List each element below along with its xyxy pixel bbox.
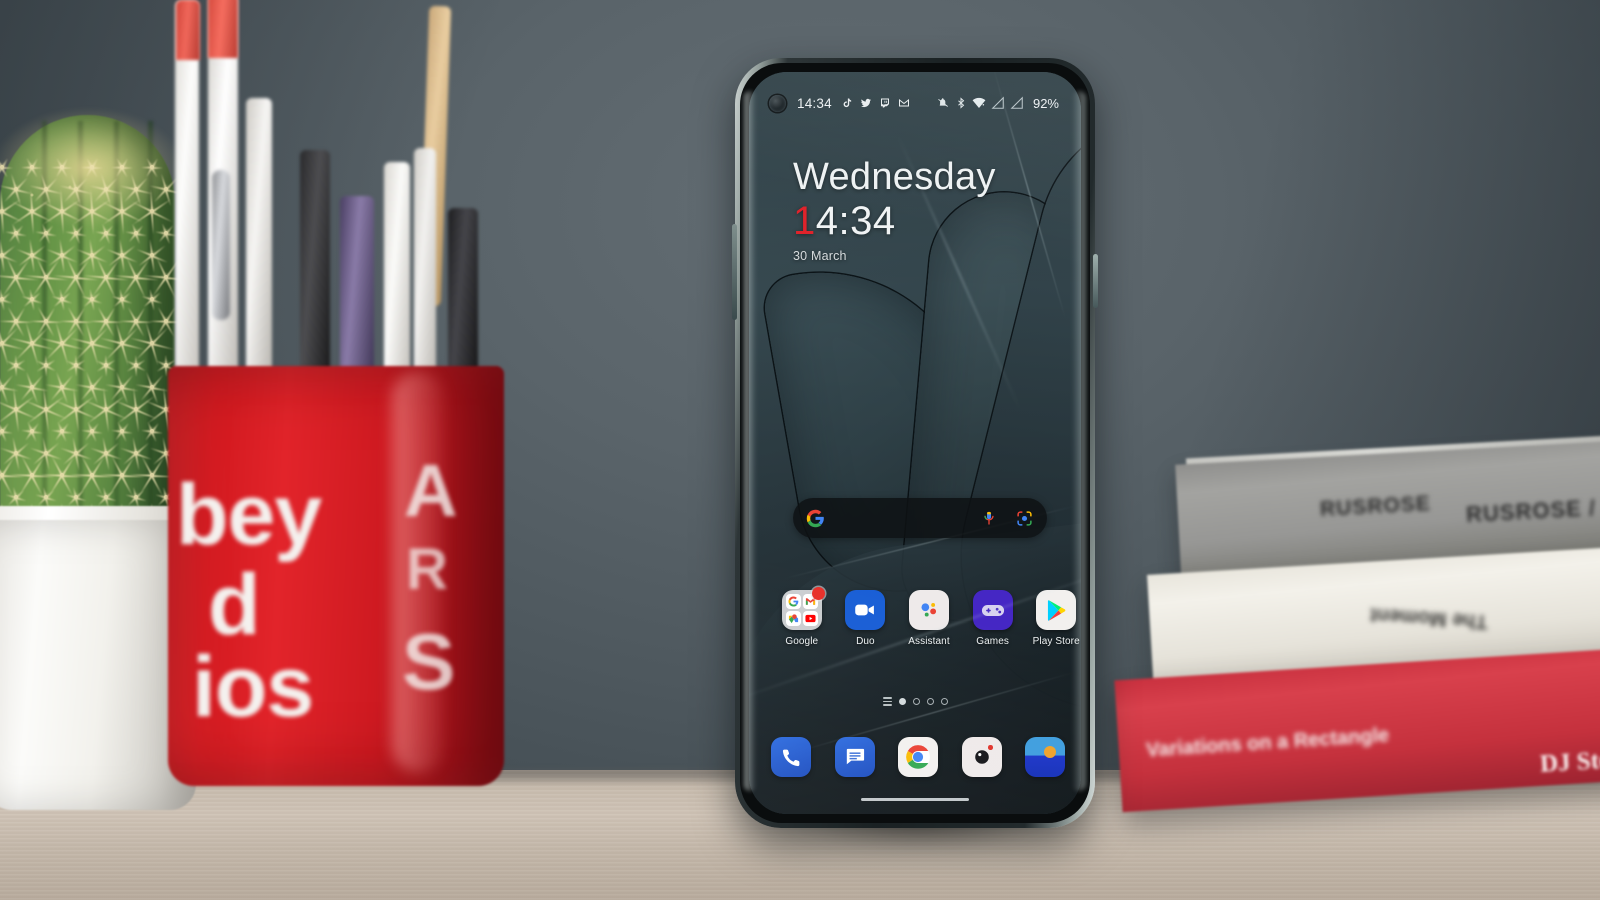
twitch-icon — [880, 98, 889, 108]
folder-item-youtube — [802, 611, 818, 626]
google-g-icon — [806, 509, 824, 527]
app-duo[interactable]: Duo — [835, 590, 897, 647]
app-label: Assistant — [908, 636, 950, 647]
page-dot-active[interactable] — [898, 697, 906, 705]
volume-button[interactable] — [732, 224, 737, 320]
youtube-icon — [805, 614, 816, 623]
status-bar-notification-icons — [841, 97, 910, 109]
app-play-store[interactable]: Play Store — [1025, 590, 1081, 647]
clock-date-label: 30 March — [793, 248, 847, 263]
bluetooth-icon — [958, 97, 965, 109]
folder-item-google-maps — [785, 611, 801, 626]
twitter-icon — [860, 98, 871, 108]
sun-glyph — [1044, 746, 1057, 758]
clock-widget[interactable]: Wednesday 14:34 30 March — [793, 158, 996, 263]
signal-sim1-icon — [991, 96, 1004, 109]
gamepad-glyph — [981, 604, 1004, 616]
clock-time-rest: 4:34 — [815, 198, 896, 243]
mug-text-line-6: S — [402, 617, 455, 706]
phone-handset-glyph — [782, 749, 799, 766]
phone-screen[interactable]: 14:34 92% Wednesday 14:34 30 March Googl… — [749, 72, 1081, 814]
mug-text-line-3: ios — [192, 639, 314, 735]
phone-icon[interactable] — [771, 737, 811, 777]
page-dot[interactable] — [940, 697, 948, 705]
tiktok-icon — [843, 98, 851, 108]
app-google-folder[interactable]: Google — [771, 587, 833, 647]
chrome-glyph — [906, 745, 931, 769]
google-search-bar[interactable] — [793, 498, 1047, 538]
google-lens-icon[interactable] — [1015, 510, 1034, 527]
weather-icon[interactable] — [1025, 737, 1066, 777]
red-book-spine-author: DJ Stout — [1539, 745, 1600, 778]
status-bar-time: 14:34 — [797, 95, 832, 111]
chrome-icon[interactable] — [898, 737, 939, 777]
phone-bezel: 14:34 92% Wednesday 14:34 30 March Googl… — [740, 63, 1090, 823]
camera-icon[interactable] — [961, 737, 1002, 777]
power-button[interactable] — [1093, 254, 1098, 308]
clock-time-label: 14:34 — [793, 199, 996, 244]
assistant-dots-glyph — [921, 603, 937, 617]
folder-item-google-search — [785, 594, 801, 609]
video-camera-glyph — [855, 604, 875, 616]
message-bubble-glyph — [846, 748, 864, 765]
dock — [771, 737, 1081, 777]
page-dot[interactable] — [912, 697, 920, 705]
gmail-icon — [898, 98, 909, 107]
mug-text-line-1: bey — [176, 467, 322, 563]
app-label: Play Store — [1032, 636, 1080, 647]
mug-text-line-5: R — [406, 537, 448, 602]
signal-sim2-icon — [1010, 96, 1023, 109]
camera-red-dot — [988, 745, 993, 750]
play-triangle-glyph — [1047, 599, 1066, 621]
google-search-icon — [788, 596, 799, 607]
clock-day-label: Wednesday — [793, 156, 996, 198]
mug-text-line-4: A — [404, 449, 457, 532]
google-play-games-icon[interactable] — [972, 590, 1013, 630]
app-label: Games — [976, 636, 1009, 647]
status-bar-system-icons: 92% — [936, 96, 1059, 111]
battery-percent-label: 92% — [1032, 95, 1059, 111]
app-label: Duo — [856, 636, 875, 647]
google-maps-icon — [788, 614, 798, 624]
phone-frame: 14:34 92% Wednesday 14:34 30 March Googl… — [732, 58, 1098, 828]
smartphone: 14:34 92% Wednesday 14:34 30 March Googl… — [719, 58, 1119, 878]
google-assistant-icon[interactable] — [908, 590, 949, 630]
app-label: Google — [785, 636, 819, 647]
notification-badge — [811, 587, 825, 600]
page-dot[interactable] — [926, 697, 934, 705]
app-games[interactable]: Games — [962, 590, 1024, 647]
notifications-silenced-icon — [938, 98, 948, 107]
app-assistant[interactable]: Assistant — [898, 590, 960, 647]
photo-scene: bey d ios A R S RUSROSE RUSROSE / HARRIS… — [0, 0, 1600, 900]
status-bar: 14:34 92% — [749, 90, 1081, 116]
gesture-navigation-bar[interactable] — [861, 797, 969, 801]
clock-time-accent-digit: 1 — [793, 198, 816, 243]
google-play-store-icon[interactable] — [1036, 590, 1077, 630]
microphone-icon[interactable] — [981, 509, 997, 528]
front-camera-punch-hole — [769, 94, 786, 112]
wifi-icon — [972, 97, 986, 108]
app-drawer-lines-icon[interactable] — [882, 697, 892, 706]
messages-icon[interactable] — [834, 737, 875, 777]
google-folder-icon[interactable] — [781, 587, 825, 630]
google-duo-icon[interactable] — [845, 590, 886, 630]
page-indicator — [749, 697, 1081, 706]
app-grid: Google Duo Assistant Games Play Store — [771, 587, 1081, 647]
